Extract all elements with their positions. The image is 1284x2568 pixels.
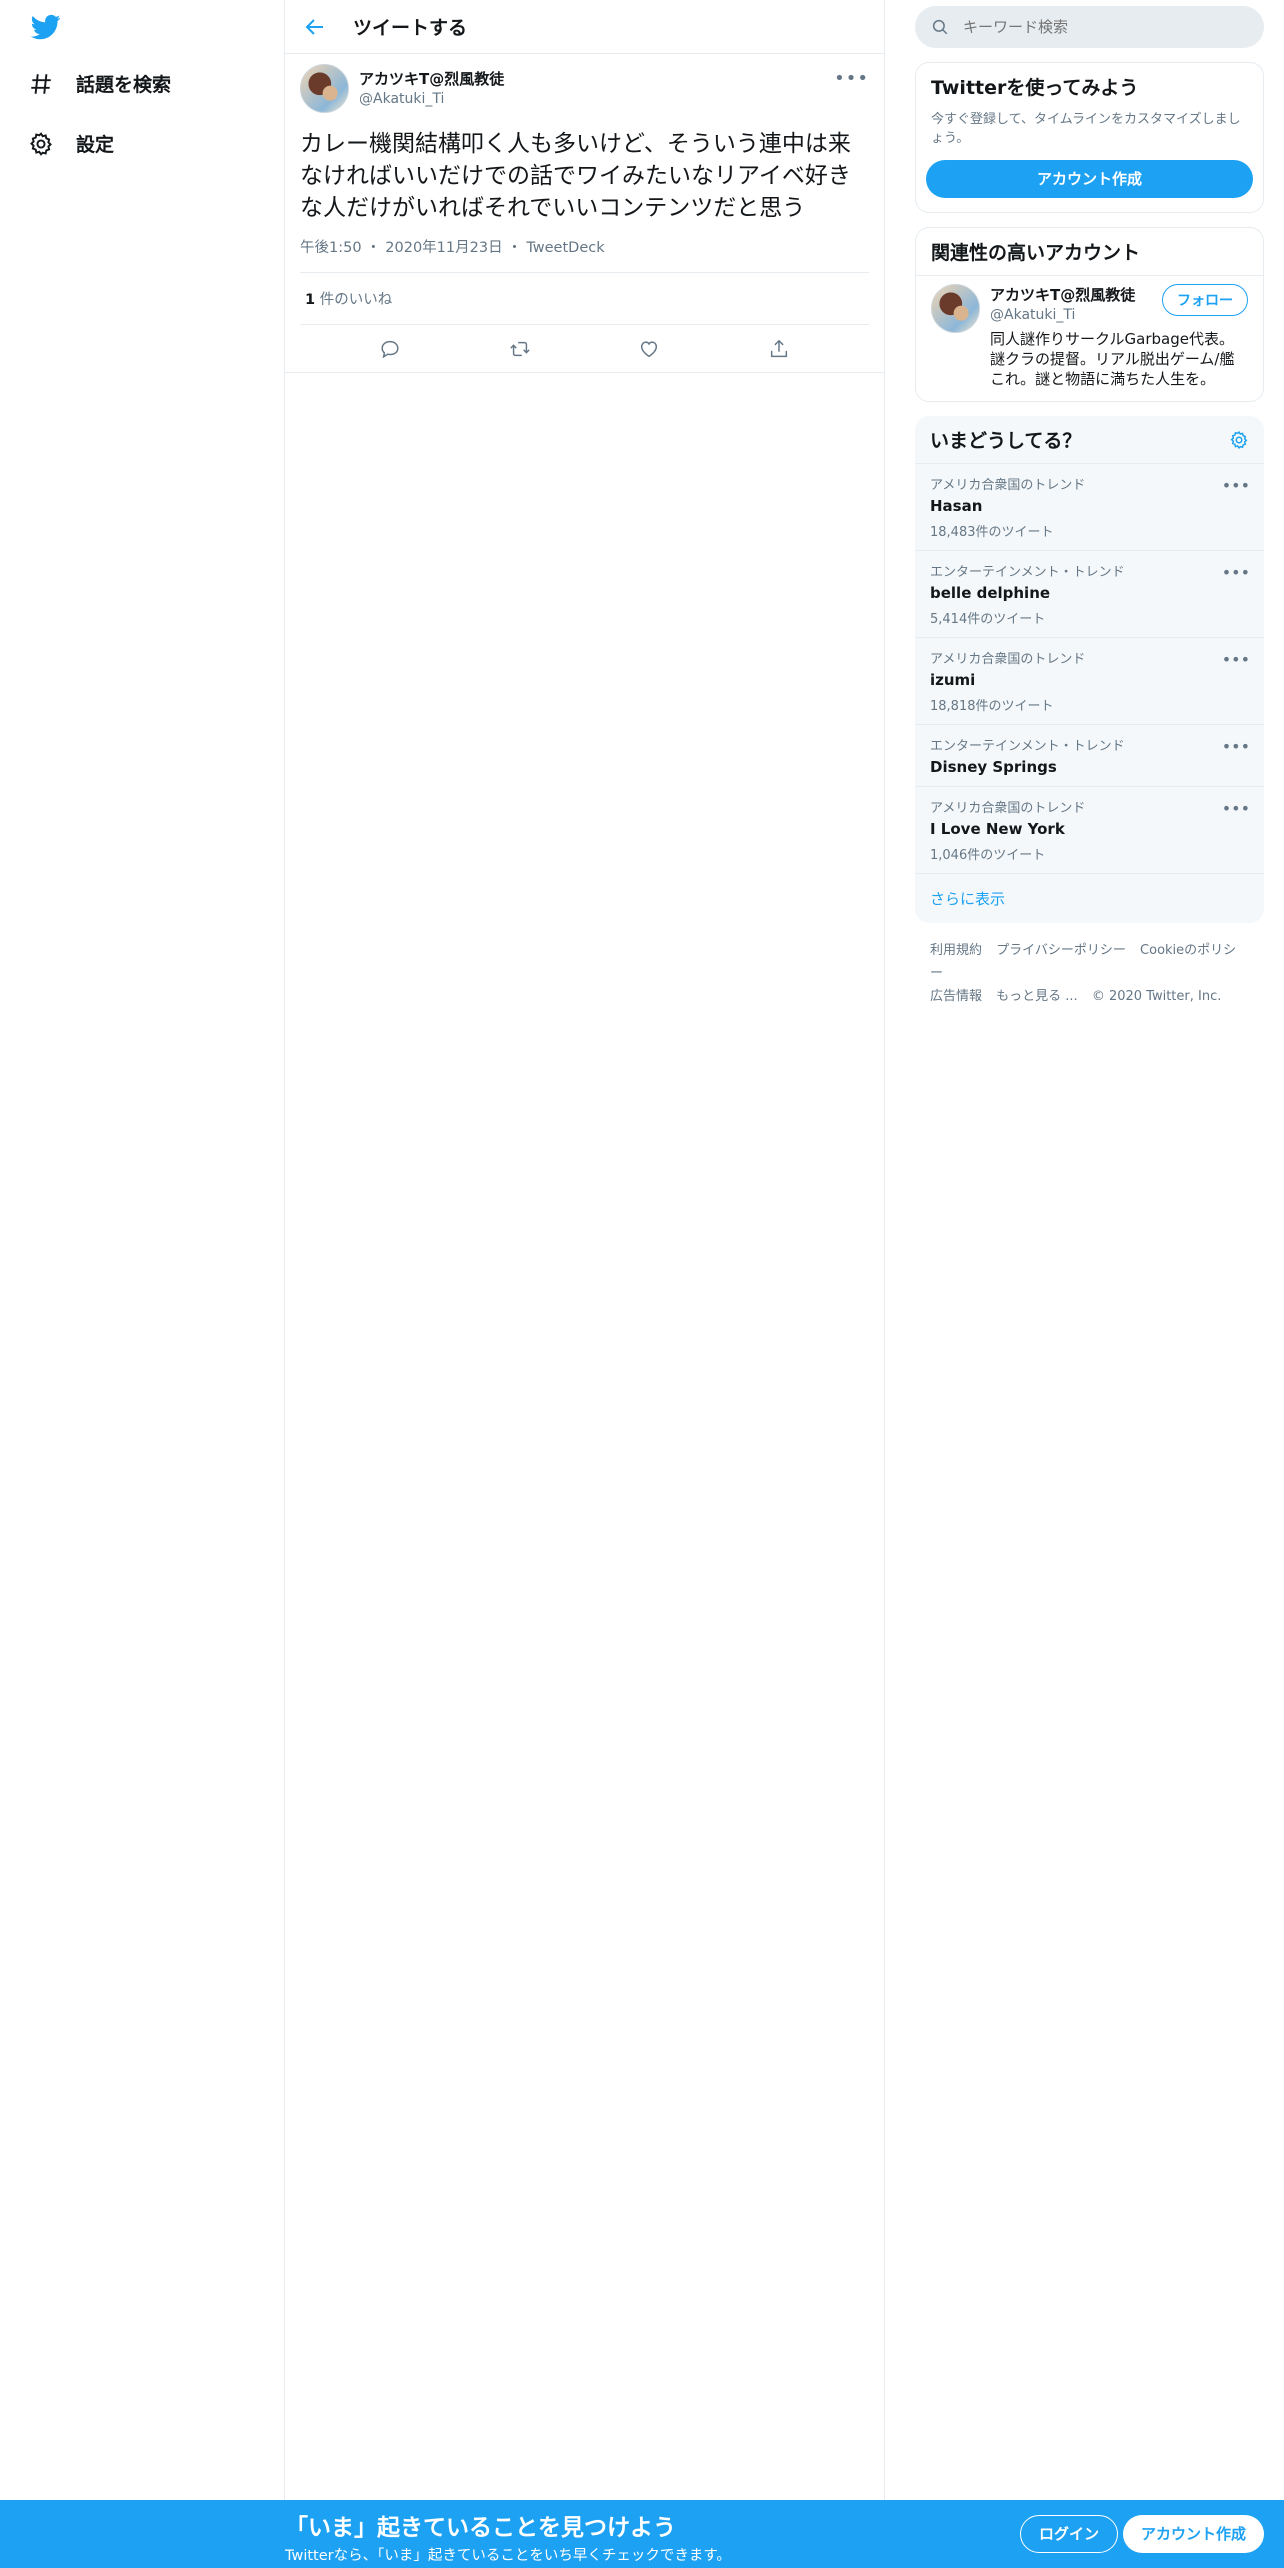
- hashtag-icon: [31, 73, 51, 94]
- banner-title: 「いま」起きていることを見つけよう: [285, 2515, 676, 2541]
- more-options-icon[interactable]: •••: [834, 68, 869, 89]
- related-account-name[interactable]: アカツキT@烈風教徒: [990, 284, 1135, 305]
- trend-item[interactable]: アメリカ合衆国のトレンド I Love New York 1,046件のツイート…: [915, 787, 1264, 874]
- likes-count: 1: [305, 292, 316, 308]
- trend-name: Disney Springs: [930, 758, 1057, 776]
- related-account[interactable]: アカツキT@烈風教徒 @Akatuki_Ti フォロー 同人謎作りサークルGar…: [916, 275, 1263, 401]
- login-button[interactable]: ログイン: [1020, 2515, 1119, 2553]
- twitter-bird-icon[interactable]: [28, 12, 64, 42]
- banner-subtitle: Twitterなら、「いま」起きていることをいち早くチェックできます。: [285, 2548, 731, 2564]
- more-options-icon[interactable]: •••: [1222, 799, 1250, 818]
- tweet-source[interactable]: TweetDeck: [526, 240, 604, 256]
- likes-label: 件のいいね: [315, 292, 393, 308]
- create-account-button[interactable]: アカウント作成: [926, 160, 1253, 198]
- avatar[interactable]: [931, 284, 980, 333]
- trend-count: 5,414件のツイート: [930, 612, 1046, 627]
- trends-header: いまどうしてる？: [915, 416, 1264, 464]
- author-name[interactable]: アカツキT@烈風教徒: [359, 68, 504, 89]
- trend-item[interactable]: エンターテインメント・トレンド Disney Springs •••: [915, 725, 1264, 787]
- likes-summary[interactable]: 1 件のいいね: [300, 273, 869, 325]
- more-options-icon[interactable]: •••: [1222, 476, 1250, 495]
- trend-context: エンターテインメント・トレンド: [930, 565, 1125, 580]
- avatar[interactable]: [300, 64, 349, 113]
- like-heart-icon[interactable]: [638, 338, 660, 360]
- nav-item-explore[interactable]: 話題を検索: [28, 70, 171, 97]
- tweet-date[interactable]: 2020年11月23日: [385, 240, 502, 256]
- trend-count: 18,483件のツイート: [930, 525, 1054, 540]
- trends-card: いまどうしてる？ アメリカ合衆国のトレンド Hasan 18,483件のツイート…: [915, 416, 1264, 923]
- related-accounts-title: 関連性の高いアカウント: [931, 242, 1141, 264]
- trend-count: 1,046件のツイート: [930, 848, 1046, 863]
- trend-context: アメリカ合衆国のトレンド: [930, 652, 1086, 667]
- nav-item-label: 設定: [76, 134, 115, 156]
- tweet-time[interactable]: 午後1:50: [300, 240, 362, 256]
- share-icon[interactable]: [768, 338, 790, 360]
- tweet-meta: 午後1:50 ・ 2020年11月23日 ・ TweetDeck: [300, 236, 869, 273]
- retweet-icon[interactable]: [509, 338, 531, 360]
- more-options-icon[interactable]: •••: [1222, 650, 1250, 669]
- tweet-detail: アカツキT@烈風教徒 @Akatuki_Ti ••• カレー機関結構叩く人も多い…: [285, 54, 884, 373]
- related-account-bio: 同人謎作りサークルGarbage代表。謎クラの提督。リアル脱出ゲーム/艦これ。謎…: [990, 330, 1235, 388]
- signup-card-description: 今すぐ登録して、タイムラインをカスタマイズしましょう。: [931, 112, 1241, 146]
- author-handle[interactable]: @Akatuki_Ti: [359, 91, 504, 107]
- right-sidebar: Twitterを使ってみよう 今すぐ登録して、タイムラインをカスタマイズしましょ…: [915, 0, 1264, 1024]
- more-options-icon[interactable]: •••: [1222, 563, 1250, 582]
- trend-item[interactable]: エンターテインメント・トレンド belle delphine 5,414件のツイ…: [915, 551, 1264, 638]
- gear-icon: [30, 131, 52, 156]
- search-box[interactable]: [915, 6, 1264, 48]
- gear-icon[interactable]: [1229, 430, 1249, 450]
- nav-item-label: 話題を検索: [76, 74, 172, 96]
- footer-copyright: © 2020 Twitter, Inc.: [1091, 989, 1222, 1004]
- trend-item[interactable]: アメリカ合衆国のトレンド Hasan 18,483件のツイート •••: [915, 464, 1264, 551]
- tweet-author[interactable]: アカツキT@烈風教徒 @Akatuki_Ti: [300, 64, 869, 113]
- trend-name: I Love New York: [930, 820, 1065, 838]
- trend-name: belle delphine: [930, 584, 1051, 602]
- signup-button[interactable]: アカウント作成: [1123, 2515, 1265, 2553]
- signup-banner: 「いま」起きていることを見つけよう Twitterなら、「いま」起きていることを…: [0, 2500, 1284, 2568]
- trend-context: アメリカ合衆国のトレンド: [930, 801, 1086, 816]
- back-arrow-icon[interactable]: [303, 15, 327, 39]
- footer-link-ads[interactable]: 広告情報: [930, 989, 982, 1004]
- trend-name: Hasan: [930, 497, 983, 515]
- reply-icon[interactable]: [379, 338, 401, 360]
- trends-title: いまどうしてる？: [930, 430, 1082, 452]
- show-more-link[interactable]: さらに表示: [915, 874, 1264, 923]
- page-title: ツイートする: [353, 17, 468, 39]
- tweet-text: カレー機関結構叩く人も多いけど、そういう連中は来なければいいだけでの話でワイみた…: [300, 131, 851, 221]
- trend-context: アメリカ合衆国のトレンド: [930, 478, 1086, 493]
- meta-separator: ・: [507, 240, 522, 256]
- more-options-icon[interactable]: •••: [1222, 737, 1250, 756]
- footer-link-more[interactable]: もっと見る ...: [996, 989, 1078, 1004]
- search-icon: [932, 19, 948, 35]
- follow-button[interactable]: フォロー: [1162, 284, 1248, 316]
- footer-link-terms[interactable]: 利用規約: [930, 943, 982, 958]
- trend-name: izumi: [930, 671, 976, 689]
- related-accounts-card: 関連性の高いアカウント アカツキT@烈風教徒 @Akatuki_Ti フォロー …: [915, 227, 1264, 402]
- trend-context: エンターテインメント・トレンド: [930, 739, 1125, 754]
- signup-card-title: Twitterを使ってみよう: [931, 77, 1139, 99]
- nav-item-settings[interactable]: 設定: [28, 130, 114, 157]
- left-navigation: 話題を検索 設定: [0, 0, 285, 2500]
- trend-count: 18,818件のツイート: [930, 699, 1054, 714]
- related-account-handle[interactable]: @Akatuki_Ti: [990, 307, 1135, 323]
- main-column: ツイートする アカツキT@烈風教徒 @Akatuki_Ti ••• カレー機関結…: [285, 0, 885, 2500]
- meta-separator: ・: [366, 240, 381, 256]
- page-header: ツイートする: [285, 0, 884, 54]
- footer-links: 利用規約 プライバシーポリシー Cookieのポリシー 広告情報 もっと見る .…: [915, 923, 1264, 1024]
- search-input[interactable]: [961, 17, 1231, 37]
- tweet-actions: [285, 325, 884, 373]
- trend-item[interactable]: アメリカ合衆国のトレンド izumi 18,818件のツイート •••: [915, 638, 1264, 725]
- footer-link-privacy[interactable]: プライバシーポリシー: [996, 943, 1126, 958]
- signup-card: Twitterを使ってみよう 今すぐ登録して、タイムラインをカスタマイズしましょ…: [915, 62, 1264, 213]
